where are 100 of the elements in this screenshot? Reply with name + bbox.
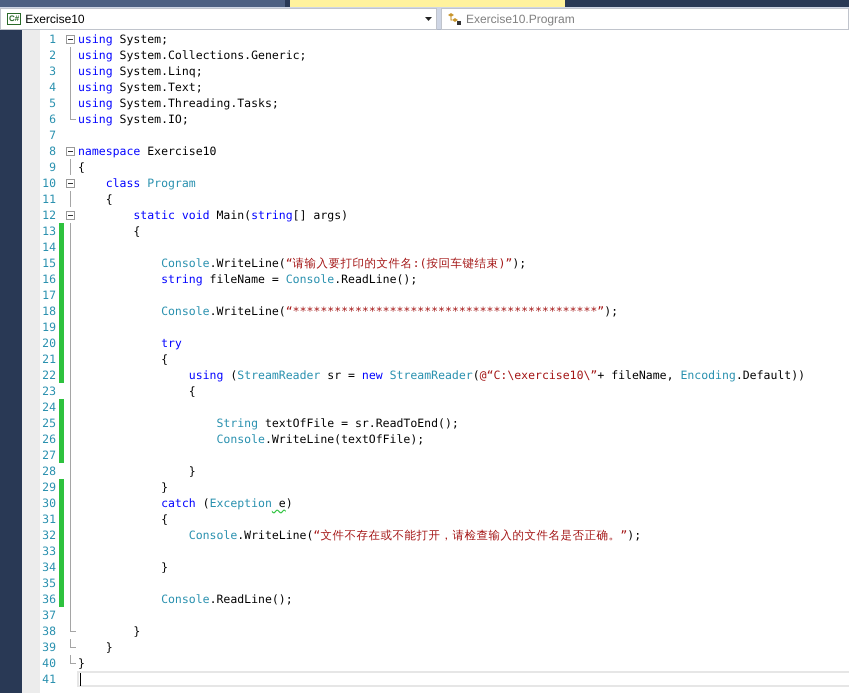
- line-number: 37: [41, 608, 56, 622]
- code-token: }: [132, 624, 140, 638]
- line-number: 20: [41, 336, 56, 350]
- code-token: {: [160, 352, 168, 366]
- line-number: 21: [41, 352, 56, 366]
- line-number: 22: [41, 368, 56, 382]
- code-token: class: [104, 176, 140, 190]
- code-token: Console: [160, 592, 210, 606]
- file-type-icon: C#: [7, 13, 22, 25]
- project-dropdown[interactable]: C# Exercise10: [0, 8, 437, 30]
- line-number: 29: [41, 480, 56, 494]
- line-number: 10: [41, 176, 56, 190]
- code-token: Console: [215, 432, 265, 446]
- line-number: 39: [41, 640, 56, 654]
- line-number: 26: [41, 432, 56, 446]
- code-token: new: [362, 368, 383, 382]
- line-number: 16: [41, 272, 56, 286]
- code-token: {: [78, 160, 85, 174]
- line-number: 9: [48, 160, 56, 174]
- code-token: }: [160, 480, 168, 494]
- line-number: 40: [41, 656, 56, 670]
- code-token: System.Text;: [118, 80, 203, 94]
- code-token: Console: [160, 256, 210, 270]
- collapse-icon[interactable]: [66, 210, 75, 220]
- line-number: 5: [48, 96, 56, 110]
- code-token: using: [78, 48, 113, 62]
- line-number: 11: [41, 192, 56, 206]
- code-token: Console: [188, 528, 238, 542]
- code-token: using: [188, 368, 224, 382]
- code-token: fileName =: [208, 272, 280, 286]
- line-number: 24: [41, 400, 56, 414]
- line-number: 36: [41, 592, 56, 606]
- line-number: 27: [41, 448, 56, 462]
- code-token: using: [78, 80, 113, 94]
- code-token: );: [604, 304, 618, 318]
- line-number: 30: [41, 496, 56, 510]
- line-number: 28: [41, 464, 56, 478]
- line-number: 18: [41, 304, 56, 318]
- code-token: {: [104, 192, 113, 206]
- code-token: “请输入要打印的文件名:(按回车键结束)”: [286, 256, 512, 270]
- line-number: 25: [41, 416, 56, 430]
- code-token: [] args): [292, 208, 348, 222]
- code-token: String: [215, 416, 258, 430]
- line-number: 8: [48, 144, 56, 158]
- line-number: 31: [41, 512, 56, 526]
- code-token: .WriteLine(: [210, 256, 286, 270]
- caret-icon: [425, 17, 432, 21]
- line-number: 12: [41, 208, 56, 222]
- code-token: System.Collections.Generic;: [118, 48, 306, 62]
- code-token: StreamReader: [237, 368, 320, 382]
- code-token: }: [188, 464, 196, 478]
- code-token: (: [472, 368, 480, 382]
- collapse-icon[interactable]: [66, 34, 75, 44]
- code-token: “文件不存在或不能打开，请检查输入的文件名是否正确。”: [313, 528, 628, 542]
- line-number: 15: [41, 256, 56, 270]
- code-token: );: [512, 256, 526, 270]
- code-token: (: [202, 496, 210, 510]
- line-number: 19: [41, 320, 56, 334]
- line-number: 13: [41, 224, 56, 238]
- code-token: .ReadLine();: [210, 592, 293, 606]
- code-token: .WriteLine(: [210, 304, 286, 318]
- line-number: 23: [41, 384, 56, 398]
- collapse-icon[interactable]: [66, 178, 75, 188]
- code-token: e: [278, 496, 286, 510]
- code-token: Exception: [210, 496, 272, 510]
- code-token: }: [104, 640, 113, 654]
- code-token: namespace: [78, 144, 140, 158]
- code-token: .WriteLine(: [237, 528, 314, 542]
- class-icon: [446, 12, 462, 26]
- code-token: }: [160, 560, 168, 574]
- code-token: using: [78, 32, 113, 46]
- line-number: 35: [41, 576, 56, 590]
- code-token: try: [160, 336, 182, 350]
- code-token: string: [160, 272, 203, 286]
- code-token: (: [229, 368, 238, 382]
- collapse-icon[interactable]: [66, 146, 75, 156]
- code-token: {: [160, 512, 168, 526]
- code-token: textOfFile = sr.ReadToEnd();: [264, 416, 459, 430]
- code-token: );: [627, 528, 642, 542]
- line-number: 17: [41, 288, 56, 302]
- code-token: {: [188, 384, 196, 398]
- code-token: using: [78, 96, 113, 110]
- code-token: catch: [160, 496, 196, 510]
- line-number: 38: [41, 624, 56, 638]
- code-token: using: [78, 64, 113, 78]
- line-number: 14: [41, 240, 56, 254]
- code-token: Main(: [215, 208, 252, 222]
- code-token: Program: [146, 176, 196, 190]
- code-token: “********************************************”: [286, 304, 604, 318]
- code-token: .ReadLine();: [334, 272, 418, 286]
- line-number: 6: [48, 112, 56, 126]
- code-token: string: [251, 208, 293, 222]
- line-number: 2: [48, 48, 56, 62]
- line-number: 1: [48, 32, 56, 46]
- line-number: 34: [41, 560, 56, 574]
- code-token: static void: [132, 208, 210, 222]
- code-token: {: [132, 224, 140, 238]
- code-token: System;: [118, 32, 168, 46]
- code-token: System.IO;: [118, 112, 189, 126]
- line-number: 32: [41, 528, 56, 542]
